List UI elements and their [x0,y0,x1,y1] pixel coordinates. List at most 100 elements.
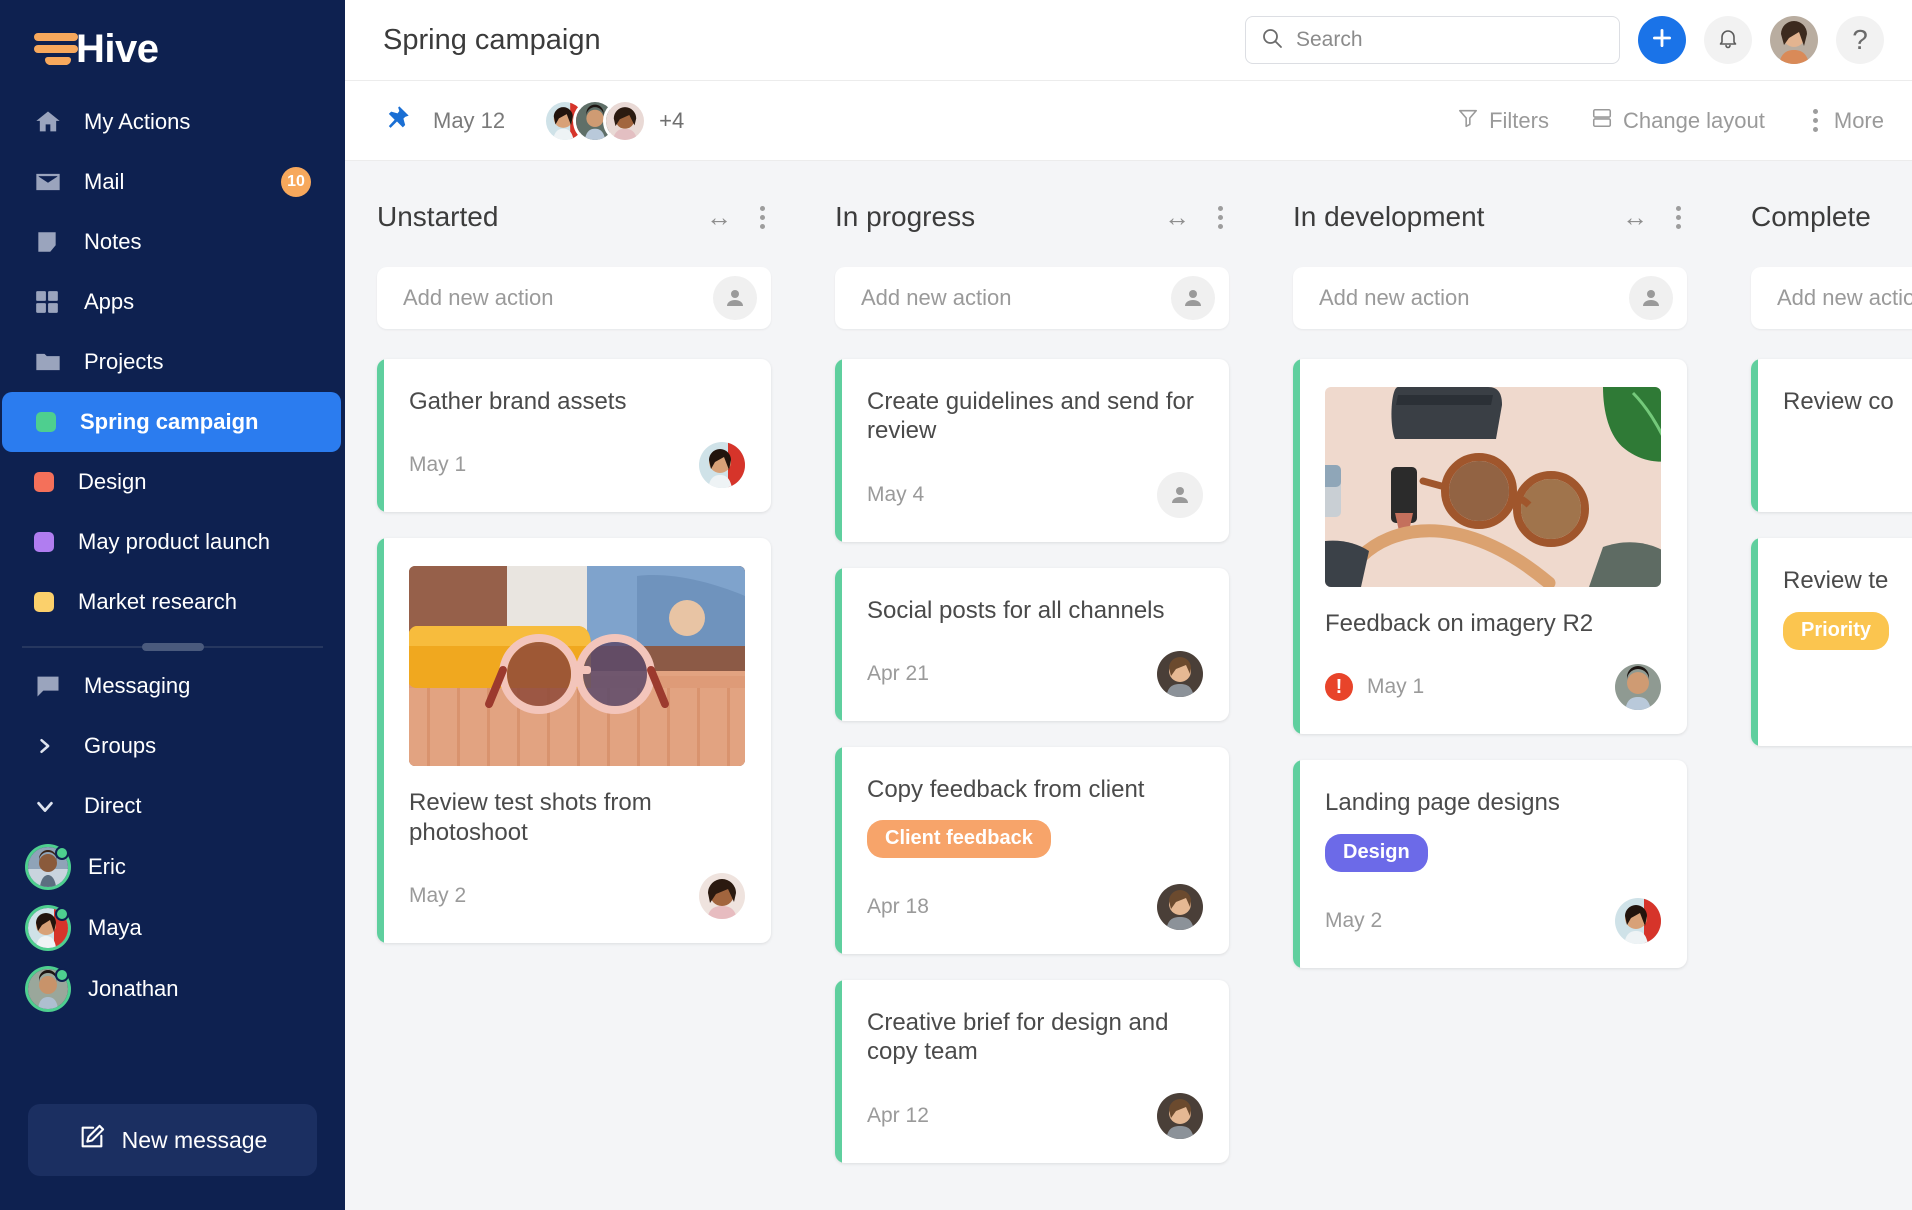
search-icon [1260,26,1284,55]
assignee-placeholder-icon[interactable] [1171,276,1215,320]
card-assignee-avatar[interactable] [1157,1092,1203,1139]
more-label: More [1833,107,1884,133]
add-new-action-in-progress[interactable]: Add new action [835,267,1229,329]
primary-nav: My Actions Mail 10 Notes Apps Projects S… [0,86,345,1019]
plus-icon [1649,25,1675,56]
dm-item-maya[interactable]: Maya [0,897,345,958]
card-assignee-avatar[interactable] [1157,884,1203,931]
card-tag[interactable]: Design [1325,833,1428,872]
filters-button[interactable]: Filters [1457,107,1549,135]
column-header: In development ↔ [1293,187,1687,247]
task-card[interactable]: Create guidelines and send for review Ma… [835,359,1229,542]
urgent-alert-icon: ! [1325,673,1353,702]
card-footer [1783,442,1912,488]
sidebar-item-design[interactable]: Design [0,452,341,512]
task-card[interactable]: Feedback on imagery R2 ! May 1 [1293,359,1687,735]
card-assignee-avatar[interactable] [1615,664,1661,711]
top-header-bar: Spring campaign Search ? [345,0,1912,81]
search-input[interactable] [1296,28,1605,52]
sidebar-item-label: Notes [84,229,142,254]
task-card[interactable]: Review co [1751,359,1912,513]
assignee-placeholder-icon[interactable] [713,276,757,320]
sidebar-item-label: Mail [84,169,125,194]
new-message-container: New message [0,1104,345,1210]
card-title: Copy feedback from client [867,775,1145,803]
sidebar-item-label: Projects [84,349,164,374]
sidebar-item-apps[interactable]: Apps [0,272,345,332]
change-layout-button[interactable]: Change layout [1591,107,1765,135]
assignee-placeholder-icon[interactable] [1629,276,1673,320]
card-title: Social posts for all channels [867,596,1165,624]
sidebar-item-messaging[interactable]: Messaging [0,656,345,716]
notifications-button[interactable] [1704,16,1752,64]
task-card[interactable]: Creative brief for design and copy team … [835,980,1229,1163]
project-color-swatch [36,412,56,432]
resize-columns-icon[interactable]: ↔ [1164,202,1190,233]
sidebar-item-mail[interactable]: Mail 10 [0,152,345,212]
task-card[interactable]: Review test shots from photoshoot May 2 [377,538,771,943]
sidebar-item-spring-campaign[interactable]: Spring campaign [2,392,341,452]
add-new-action-in-development[interactable]: Add new action [1293,267,1687,329]
task-card[interactable]: Review te Priority [1751,538,1912,746]
add-new-action-complete[interactable]: Add new action [1751,267,1912,329]
task-card[interactable]: Copy feedback from client Client feedbac… [835,746,1229,955]
member-avatar-stack[interactable]: +4 [543,98,684,143]
card-assignee-placeholder[interactable] [1157,471,1203,518]
header-actions: ? [1245,16,1884,64]
mail-icon [34,168,68,196]
card-due-date: May 1 [409,453,467,477]
task-card[interactable]: Social posts for all channels Apr 21 [835,567,1229,721]
sidebar-item-direct[interactable]: Direct [0,776,345,836]
board-column-in-development: In development ↔ Add new action Feedback… [1261,187,1719,1210]
column-menu-icon[interactable] [754,204,771,231]
resize-columns-icon[interactable]: ↔ [1622,202,1648,233]
card-due-date: Apr 21 [867,661,929,685]
card-due-date: Apr 18 [867,895,929,919]
sidebar-item-projects[interactable]: Projects [0,332,345,392]
card-footer: May 2 [409,872,745,919]
add-new-action-unstarted[interactable]: Add new action [377,267,771,329]
help-question-icon: ? [1852,24,1868,55]
card-assignee-avatar[interactable] [1615,897,1661,944]
card-cover-image [409,566,745,767]
resize-grip-handle[interactable] [141,643,204,651]
sidebar-item-notes[interactable]: Notes [0,212,345,272]
column-title: Unstarted [377,201,499,232]
help-button[interactable]: ? [1836,16,1884,64]
folder-icon [34,348,68,376]
sidebar-item-groups[interactable]: Groups [0,716,345,776]
add-button[interactable] [1638,16,1686,64]
sidebar-item-my-actions[interactable]: My Actions [0,92,345,152]
more-button[interactable]: More [1807,107,1884,134]
card-assignee-avatar[interactable] [699,442,745,489]
column-menu-icon[interactable] [1670,204,1687,231]
board-column-complete: Complete Add new action Review co Review… [1719,187,1912,1210]
mail-unread-badge: 10 [281,167,311,197]
resize-columns-icon[interactable]: ↔ [706,202,732,233]
sidebar-item-market-research[interactable]: Market research [0,572,341,632]
card-assignee-avatar[interactable] [1157,650,1203,697]
brand-logo[interactable]: Hive [0,0,345,86]
card-title: Create guidelines and send for review [867,388,1194,445]
sidebar-item-may-product-launch[interactable]: May product launch [0,512,341,572]
profile-avatar[interactable] [1770,16,1818,64]
new-message-button[interactable]: New message [28,1104,317,1176]
column-actions: ↔ [1164,202,1229,233]
add-new-placeholder: Add new action [403,285,554,310]
column-title: In progress [835,201,976,232]
search-box[interactable] [1245,16,1620,64]
dm-item-eric[interactable]: Eric [0,836,345,897]
task-card[interactable]: Landing page designs Design May 2 [1293,760,1687,968]
dm-item-jonathan[interactable]: Jonathan [0,958,345,1019]
card-tag[interactable]: Client feedback [867,820,1051,859]
task-card[interactable]: Gather brand assets May 1 [377,359,771,513]
add-new-placeholder: Add new action [861,285,1012,310]
column-menu-icon[interactable] [1212,204,1229,231]
bell-icon [1716,26,1740,55]
card-due-date: May 1 [1367,675,1425,699]
project-color-swatch [34,472,54,492]
card-tag[interactable]: Priority [1783,611,1890,650]
card-assignee-avatar[interactable] [699,872,745,919]
pin-icon[interactable] [383,104,411,137]
app-root: Hive My Actions Mail 10 Notes Apps Proje… [0,0,1912,1210]
